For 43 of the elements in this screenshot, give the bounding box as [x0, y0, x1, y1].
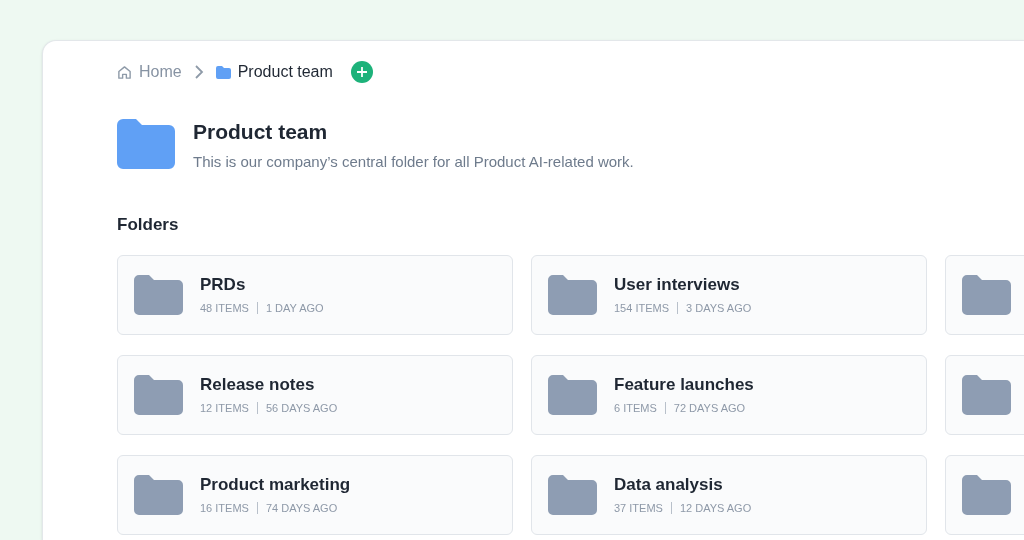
folder-name: Data analysis [614, 473, 724, 496]
section-title: Folders [117, 213, 180, 236]
item-count: 6 ITEMS [614, 400, 657, 416]
folder-icon [548, 375, 597, 415]
item-count: 12 ITEMS [200, 400, 249, 416]
folder-icon [548, 475, 597, 515]
folder-card[interactable]: User interviews 154 ITEMS 3 DAYS AGO [531, 255, 927, 335]
folder-icon [134, 475, 183, 515]
folder-icon [548, 275, 597, 315]
updated-time: 1 DAY AGO [265, 300, 324, 316]
page-title: Product team [193, 119, 329, 145]
chevron-icon [193, 65, 204, 79]
item-count: 48 ITEMS [200, 300, 249, 316]
folder-card[interactable]: Product marketing 16 ITEMS 74 DAYS AGO [117, 455, 513, 535]
updated-time: 56 DAYS AGO [265, 400, 338, 416]
breadcrumb-link[interactable]: Product team [215, 60, 333, 84]
updated-time: 72 DAYS AGO [673, 400, 746, 416]
item-count: 16 ITEMS [200, 500, 249, 516]
folder-name: Product marketing [200, 473, 351, 496]
updated-time: 12 DAYS AGO [679, 500, 752, 516]
item-count: 154 ITEMS [614, 300, 670, 316]
folder-icon [117, 119, 175, 169]
folder-card[interactable]: Release notes 12 ITEMS 56 DAYS AGO [117, 355, 513, 435]
folder-name: Feature launches [614, 373, 754, 396]
folder-icon [962, 475, 1011, 515]
folder-description: This is our company’s central folder for all Product AI-related work. [193, 152, 634, 172]
folder-name: User interviews [614, 273, 741, 296]
updated-time: 74 DAYS AGO [265, 500, 338, 516]
folder-card[interactable]: Data analysis 37 ITEMS 12 DAYS AGO [531, 455, 927, 535]
add-button[interactable] [350, 61, 373, 83]
folder-name: Release notes [200, 373, 316, 396]
plus-icon [355, 66, 368, 78]
folder-icon [962, 275, 1011, 315]
folder-card[interactable]: Feature launches 6 ITEMS 72 DAYS AGO [531, 355, 927, 435]
folder-card[interactable]: PRDs 48 ITEMS 1 DAY AGO [117, 255, 513, 335]
folder-icon [134, 375, 183, 415]
item-count: 37 ITEMS [614, 500, 663, 516]
folder-icon [134, 275, 183, 315]
folder-icon [215, 65, 231, 79]
folder-name: PRDs [200, 273, 247, 296]
folder-icon [962, 375, 1011, 415]
home-icon [117, 64, 132, 80]
updated-time: 3 DAYS AGO [686, 300, 752, 316]
